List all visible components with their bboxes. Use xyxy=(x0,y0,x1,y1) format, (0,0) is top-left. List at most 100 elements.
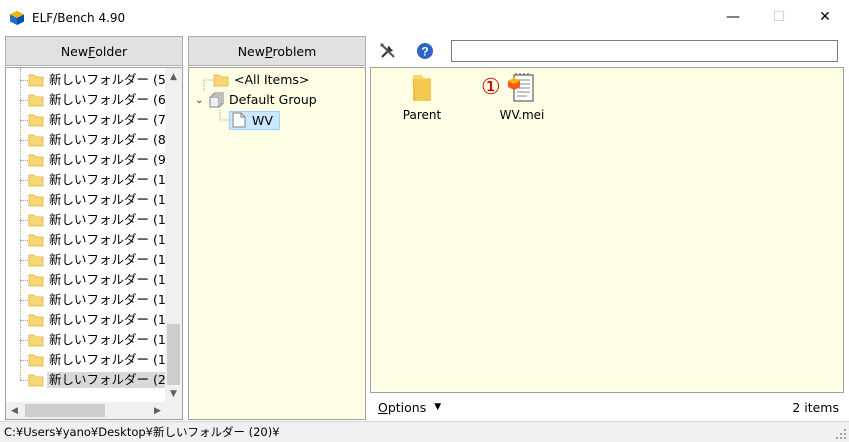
mei-file-icon xyxy=(508,73,534,102)
wv-label: WV xyxy=(252,112,273,128)
new-problem-label-accel: P xyxy=(264,43,273,59)
folder-icon xyxy=(28,374,44,387)
scroll-corner xyxy=(165,402,182,419)
folder-tree-item[interactable]: 新しいフォルダー (16) xyxy=(6,290,179,310)
scroll-down-arrow-icon[interactable]: ▼ xyxy=(165,385,182,402)
folder-tree-item-label: 新しいフォルダー (5) xyxy=(49,72,171,87)
minimize-icon: — xyxy=(726,9,740,25)
status-path: C:¥Users¥yano¥Desktop¥新しいフォルダー (20)¥ xyxy=(4,425,280,439)
search-input[interactable] xyxy=(451,40,838,62)
folder-tree-item-label: 新しいフォルダー (7) xyxy=(49,112,171,127)
file-item-label: Parent xyxy=(402,108,442,122)
svg-text:?: ? xyxy=(421,45,428,59)
folder-icon xyxy=(28,174,44,187)
folder-tree-item[interactable]: 新しいフォルダー (9) xyxy=(6,150,171,170)
folder-tree-item-label: 新しいフォルダー (11) xyxy=(49,192,179,207)
folder-icon xyxy=(28,214,44,227)
help-icon: ? xyxy=(417,43,433,59)
document-icon xyxy=(232,112,246,128)
file-item-wv-mei[interactable]: WV.mei xyxy=(477,68,567,128)
folder-icon xyxy=(213,74,229,87)
options-label-accel: O xyxy=(378,399,388,415)
folder-tree-item[interactable]: 新しいフォルダー (14) xyxy=(6,250,179,270)
new-problem-label-prefix: New xyxy=(237,43,265,59)
resize-grip-icon[interactable] xyxy=(835,428,847,440)
folder-tree-item[interactable]: 新しいフォルダー (17) xyxy=(6,310,179,330)
caret-down-icon: ▼ xyxy=(434,402,442,412)
folder-tree-item[interactable]: 新しいフォルダー (20) xyxy=(6,370,181,390)
options-label-rest: ptions xyxy=(387,399,427,415)
folder-tree-item-label: 新しいフォルダー (8) xyxy=(49,132,171,147)
folder-tree-item-label: 新しいフォルダー (15) xyxy=(49,272,179,287)
file-view-panel[interactable]: Parent ① WV.mei xyxy=(370,67,844,393)
close-button[interactable]: ✕ xyxy=(802,0,848,34)
new-folder-button[interactable]: New Folder xyxy=(5,36,183,66)
folder-icon xyxy=(28,234,44,247)
wv-selection: WV xyxy=(229,110,280,130)
folder-tree-item[interactable]: 新しいフォルダー (8) xyxy=(6,130,171,150)
folder-tree-item[interactable]: 新しいフォルダー (19) xyxy=(6,350,179,370)
folder-icon xyxy=(28,74,44,87)
folder-icon xyxy=(28,194,44,207)
scroll-left-arrow-icon[interactable]: ◀ xyxy=(6,402,23,419)
scroll-right-arrow-icon[interactable]: ▶ xyxy=(149,402,166,419)
maximize-button[interactable]: ☐ xyxy=(756,0,802,34)
folder-tree-item[interactable]: 新しいフォルダー (11) xyxy=(6,190,179,210)
folder-icon xyxy=(28,274,44,287)
scroll-up-arrow-icon[interactable]: ▲ xyxy=(165,68,182,85)
folder-icon xyxy=(28,314,44,327)
folder-tree-item-label: 新しいフォルダー (20) xyxy=(47,372,181,388)
folder-tree-item[interactable]: 新しいフォルダー (7) xyxy=(6,110,171,130)
folder-icon xyxy=(28,334,44,347)
folder-tree-item[interactable]: 新しいフォルダー (5) xyxy=(6,70,171,90)
default-group-label: Default Group xyxy=(229,92,317,107)
chevron-down-icon[interactable]: ⌄ xyxy=(195,95,207,106)
folder-tree-panel[interactable]: 新しいフォルダー (5) 新しいフォルダー (6) 新しいフォルダー (7) 新しいフ… xyxy=(5,67,183,420)
folder-tree-item-label: 新しいフォルダー (17) xyxy=(49,312,179,327)
new-problem-label-suffix: roblem xyxy=(272,43,317,59)
title-bar: ELF/Bench 4.90 — ☐ ✕ xyxy=(0,0,849,36)
folder-tree-horizontal-scrollbar[interactable]: ◀ ▶ xyxy=(6,402,166,419)
folder-tree-item-label: 新しいフォルダー (9) xyxy=(49,152,171,167)
folder-tree-item[interactable]: 新しいフォルダー (18) xyxy=(6,330,179,350)
minimize-button[interactable]: — xyxy=(710,0,756,34)
folder-tree-item[interactable]: 新しいフォルダー (10) xyxy=(6,170,179,190)
folder-tree-item[interactable]: 新しいフォルダー (6) xyxy=(6,90,171,110)
folder-icon xyxy=(28,114,44,127)
new-folder-label-accel: F xyxy=(88,43,96,59)
new-folder-label-suffix: older xyxy=(95,43,128,59)
help-button[interactable]: ? xyxy=(413,40,437,62)
problem-tree-default-group[interactable]: ⌄ Default Group xyxy=(195,90,319,110)
new-problem-button[interactable]: New Problem xyxy=(188,36,366,66)
tools-icon xyxy=(380,43,395,58)
problem-tree-wv[interactable]: WV xyxy=(229,110,280,130)
folder-icon xyxy=(28,254,44,267)
group-icon xyxy=(209,92,224,108)
file-item-parent[interactable]: Parent xyxy=(377,68,467,128)
folder-tree-item[interactable]: 新しいフォルダー (15) xyxy=(6,270,179,290)
tools-button[interactable] xyxy=(376,40,400,62)
window-title: ELF/Bench 4.90 xyxy=(32,11,126,25)
folder-tree-item-label: 新しいフォルダー (18) xyxy=(49,332,179,347)
folder-tree-vertical-scrollbar[interactable]: ▲ ▼ xyxy=(165,68,182,402)
folder-tree-item[interactable]: 新しいフォルダー (12) xyxy=(6,210,179,230)
status-bar: C:¥Users¥yano¥Desktop¥新しいフォルダー (20)¥ xyxy=(0,421,849,442)
folder-tree-item[interactable]: 新しいフォルダー (13) xyxy=(6,230,179,250)
horizontal-scroll-thumb[interactable] xyxy=(25,404,105,417)
folder-icon xyxy=(28,94,44,107)
folder-tree-item-label: 新しいフォルダー (10) xyxy=(49,172,179,187)
problem-tree-all-items[interactable]: <All Items> xyxy=(213,70,311,90)
items-count: 2 items xyxy=(792,399,839,415)
options-dropdown[interactable]: Options ▼ xyxy=(378,397,441,417)
new-folder-label-prefix: New xyxy=(60,43,89,59)
problem-tree-panel[interactable]: <All Items> ⌄ Default Group WV xyxy=(188,67,366,420)
file-item-label: WV.mei xyxy=(499,108,545,122)
maximize-icon: ☐ xyxy=(772,9,786,25)
all-items-label: <All Items> xyxy=(234,72,310,87)
folder-tree-item-label: 新しいフォルダー (13) xyxy=(49,232,179,247)
folder-icon xyxy=(28,354,44,367)
folder-tree-item-label: 新しいフォルダー (19) xyxy=(49,352,179,367)
close-icon: ✕ xyxy=(819,9,831,25)
vertical-scroll-thumb[interactable] xyxy=(167,324,180,385)
folder-icon xyxy=(28,134,44,147)
